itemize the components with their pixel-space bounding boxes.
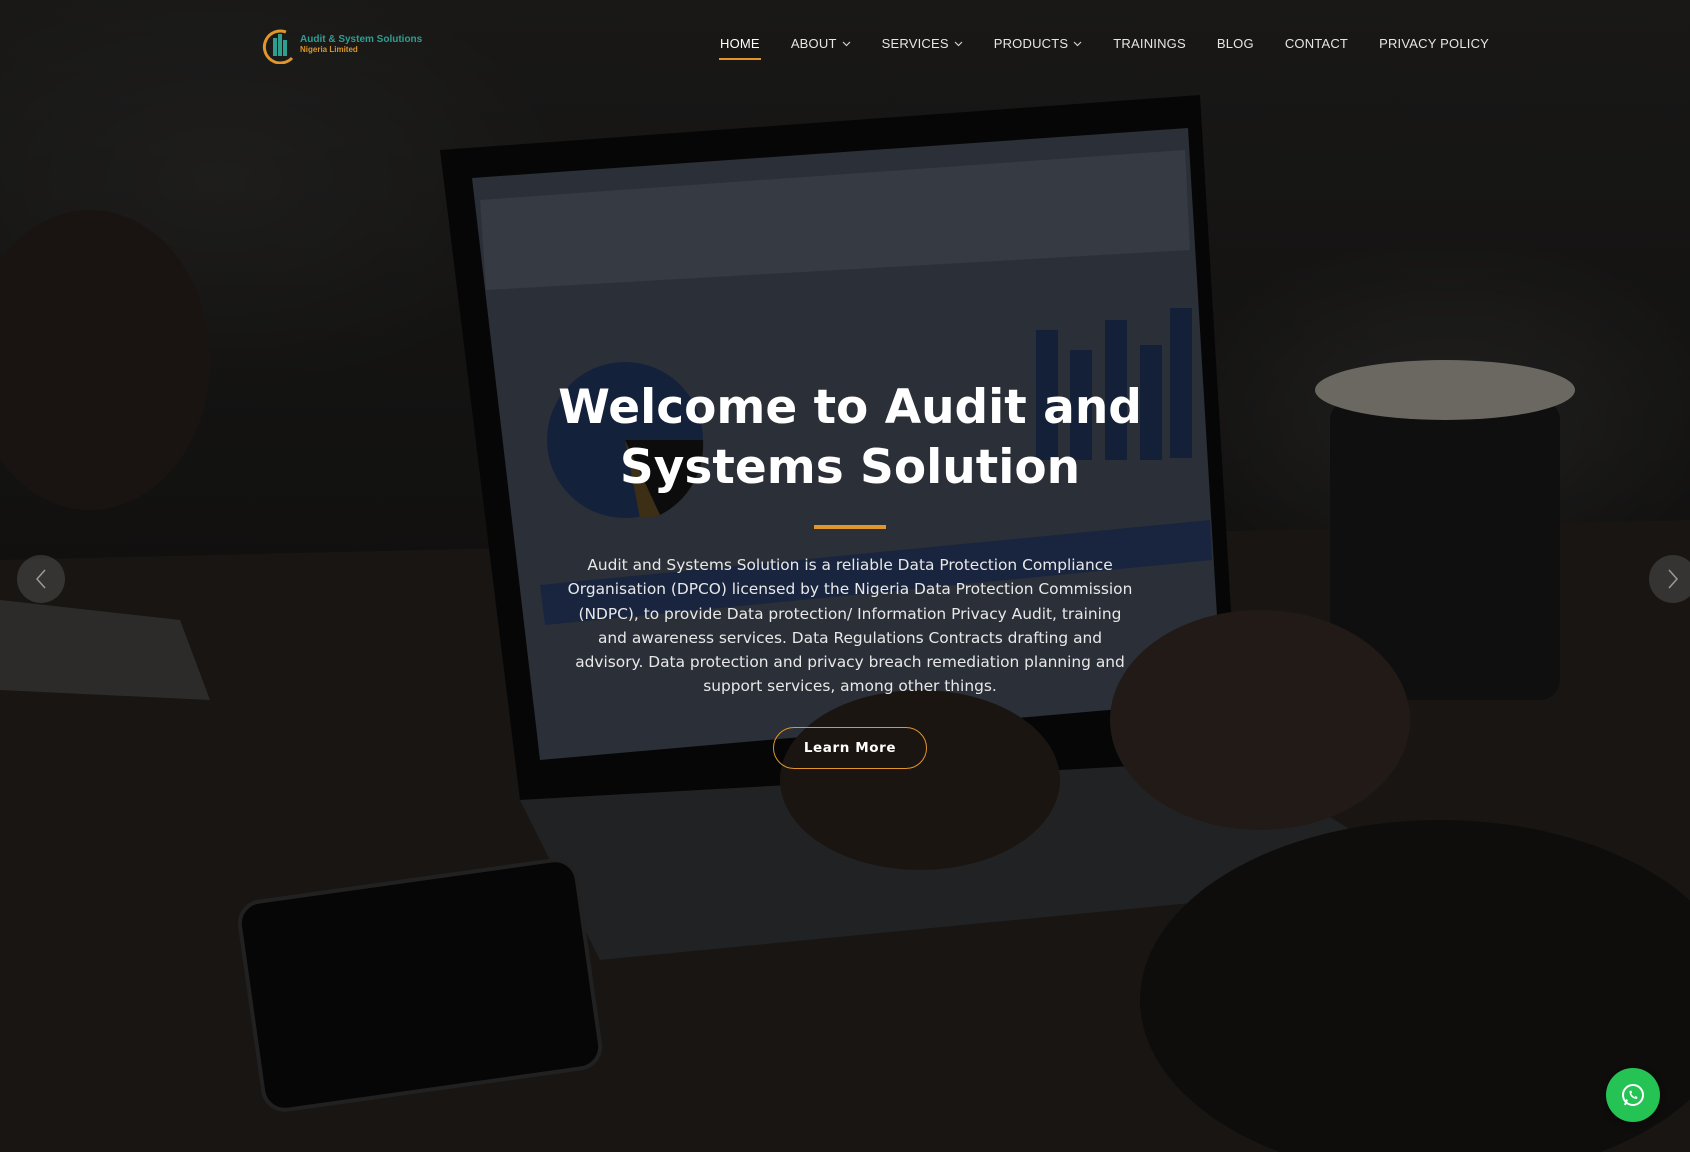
nav-label: CONTACT [1284,36,1349,51]
nav-label: PRIVACY POLICY [1379,36,1490,51]
carousel-next-button[interactable] [1649,555,1690,603]
chevron-down-icon [954,41,963,46]
carousel-prev-button[interactable] [17,555,65,603]
whatsapp-button[interactable] [1606,1068,1660,1122]
chevron-down-icon [842,41,851,46]
main-navigation: HOME ABOUT SERVICES PRODUCTS TRAININGS B… [719,36,1520,60]
logo-line-1: Audit & System Solutions [300,34,423,45]
nav-item-privacy-policy[interactable]: PRIVACY POLICY [1379,36,1489,60]
chevron-down-icon [1073,41,1082,46]
hero-title: Welcome to Audit and Systems Solution [545,378,1155,498]
chevron-right-icon [1668,569,1679,589]
nav-label: TRAININGS [1113,36,1186,51]
nav-item-contact[interactable]: CONTACT [1285,36,1348,60]
hero-content: Welcome to Audit and Systems Solution Au… [545,378,1155,769]
nav-label: ABOUT [790,36,837,51]
hero-section: Audit & System Solutions Nigeria Limited… [0,0,1690,1152]
hero-description: Audit and Systems Solution is a reliable… [567,556,1133,696]
nav-item-about[interactable]: ABOUT [791,36,851,60]
title-divider [814,525,886,529]
nav-item-services[interactable]: SERVICES [882,36,963,60]
logo-mark-icon [262,29,294,64]
nav-item-products[interactable]: PRODUCTS [994,36,1083,60]
nav-label: HOME [720,36,760,51]
nav-item-trainings[interactable]: TRAININGS [1113,36,1186,60]
logo-text: Audit & System Solutions Nigeria Limited [300,35,422,55]
nav-item-home[interactable]: HOME [719,36,761,60]
logo-line-2: Nigeria Limited [300,45,358,54]
learn-more-button[interactable]: Learn More [773,726,927,769]
nav-label: SERVICES [881,36,949,51]
hero-title-line-2: Systems Solution [619,440,1081,495]
hero-title-line-1: Welcome to Audit and [558,380,1142,435]
nav-item-blog[interactable]: BLOG [1217,36,1254,60]
nav-label: PRODUCTS [993,36,1069,51]
nav-label: BLOG [1216,36,1254,51]
site-logo[interactable]: Audit & System Solutions Nigeria Limited [262,26,422,64]
chevron-left-icon [35,569,46,589]
whatsapp-icon [1622,1084,1644,1106]
